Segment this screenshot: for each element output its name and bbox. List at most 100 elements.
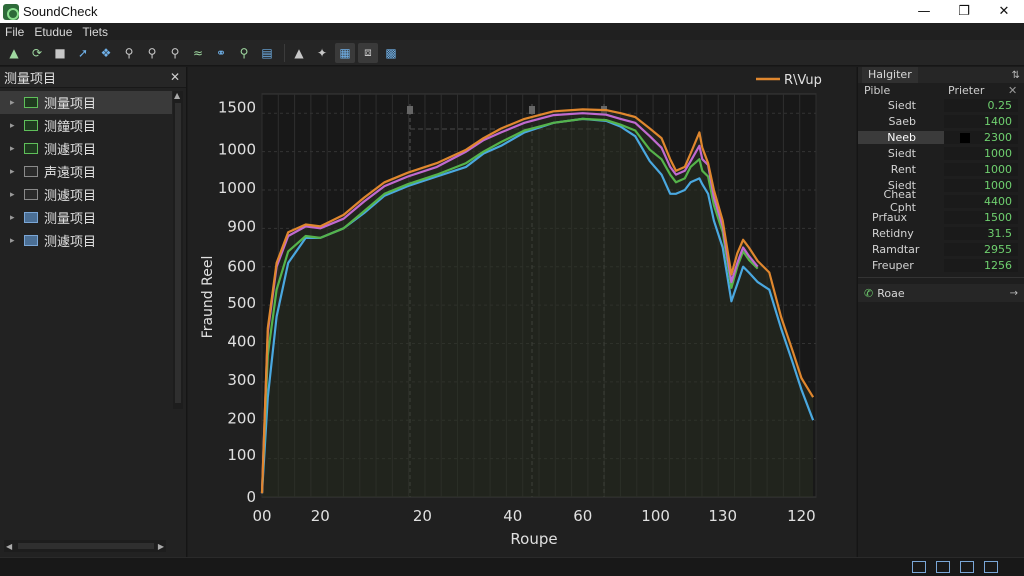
menu-tiets[interactable]: Tiets bbox=[77, 25, 113, 39]
expand-arrow-icon[interactable]: ▸ bbox=[10, 121, 24, 131]
tools-icon[interactable]: ❖ bbox=[96, 43, 116, 63]
property-row[interactable]: Freuper 1256 bbox=[858, 257, 1024, 273]
property-row[interactable]: Ramdtar 2955 bbox=[858, 241, 1024, 257]
property-row[interactable]: Prfaux 1500 bbox=[858, 209, 1024, 225]
measure-icon[interactable]: ≈ bbox=[188, 43, 208, 63]
close-icon[interactable]: ✕ bbox=[1008, 84, 1022, 97]
zoom-reset-icon[interactable]: ⚲ bbox=[165, 43, 185, 63]
expand-arrow-icon[interactable]: ▸ bbox=[10, 236, 24, 246]
status-button[interactable] bbox=[984, 561, 998, 573]
horizontal-scrollbar[interactable]: ◀ ▶ bbox=[4, 540, 166, 552]
tree-item[interactable]: ▸ 测遽项目 bbox=[0, 137, 172, 160]
color-swatch[interactable] bbox=[960, 132, 970, 143]
expand-arrow-icon[interactable]: ▸ bbox=[10, 144, 24, 154]
sub-panel-header[interactable]: ✆ Roae → bbox=[858, 284, 1024, 302]
property-row[interactable]: Siedt 1000 bbox=[858, 145, 1024, 161]
minimize-button[interactable]: — bbox=[904, 0, 944, 23]
tree-item[interactable]: ▸ 测量项目 bbox=[0, 91, 172, 114]
properties-panel: Halgiter ⇅ Pible Prieter ✕ Siedt 0.25 Saeb… bbox=[857, 67, 1024, 557]
y-tick-label: 100 bbox=[227, 446, 256, 464]
property-row[interactable]: Neeb 2300 bbox=[858, 129, 1024, 145]
tree-item[interactable]: ▸ 测鐘项目 bbox=[0, 114, 172, 137]
zoom-out-icon[interactable]: ⚲ bbox=[142, 43, 162, 63]
status-button[interactable] bbox=[936, 561, 950, 573]
expand-arrow-icon[interactable]: ▸ bbox=[10, 98, 24, 108]
y-tick-label: 200 bbox=[227, 409, 256, 427]
property-name: Siedt bbox=[887, 146, 916, 160]
property-row[interactable]: Rent 1000 bbox=[858, 161, 1024, 177]
x-axis-label: Roupe bbox=[510, 530, 557, 548]
property-name: Prfaux bbox=[872, 210, 908, 224]
y-tick-label: 1500 bbox=[218, 98, 256, 116]
properties-header: Pible Prieter ✕ bbox=[858, 83, 1024, 97]
cursor-handle[interactable] bbox=[529, 106, 535, 114]
measurement-icon bbox=[24, 235, 38, 246]
project-panel: 测量项目 ✕ ▸ 测量项目 ▸ 测鐘项目 ▸ 测遽项目 ▸ 声遠项目 ▸ 测遽项目 ▸ 测量项目 ▸ 测遽… bbox=[0, 67, 187, 557]
tree-item[interactable]: ▸ 声遠项目 bbox=[0, 160, 172, 183]
tree-item[interactable]: ▸ 测遽项目 bbox=[0, 229, 172, 252]
folder-icon[interactable]: ■ bbox=[50, 43, 70, 63]
frequency-chart[interactable]: 0 100 200 300 400 500 600 900 1000 1000 1500 00 20 20… bbox=[188, 67, 856, 557]
arrow-right-icon[interactable]: → bbox=[1010, 288, 1018, 299]
property-row[interactable]: Saeb 1400 bbox=[858, 113, 1024, 129]
property-value[interactable]: 31.5 bbox=[944, 226, 1018, 240]
property-name: Ramdtar bbox=[872, 242, 920, 256]
property-row[interactable]: Cheat Cpht 4400 bbox=[858, 188, 1024, 214]
y-tick-label: 900 bbox=[227, 217, 256, 235]
menu-file[interactable]: File bbox=[0, 25, 29, 39]
tree-item[interactable]: ▸ 测遽项目 bbox=[0, 183, 172, 206]
project-panel-header: 测量项目 ✕ bbox=[0, 67, 186, 88]
tab-halgiter[interactable]: Halgiter bbox=[862, 67, 918, 83]
chart-area[interactable]: 0 100 200 300 400 500 600 900 1000 1000 1500 00 20 20… bbox=[188, 67, 856, 557]
calibrate-icon[interactable]: ▤ bbox=[257, 43, 277, 63]
expand-arrow-icon[interactable]: ▸ bbox=[10, 167, 24, 177]
close-icon[interactable]: ✕ bbox=[170, 70, 180, 84]
property-value[interactable]: 2955 bbox=[944, 242, 1018, 256]
y-tick-label: 0 bbox=[246, 488, 256, 506]
layer-icon[interactable]: ▩ bbox=[381, 43, 401, 63]
grid-icon[interactable]: ▦ bbox=[335, 42, 355, 63]
status-button[interactable] bbox=[960, 561, 974, 573]
status-button[interactable] bbox=[912, 561, 926, 573]
snap-icon[interactable]: ✦ bbox=[312, 43, 332, 63]
scrollbar-thumb[interactable] bbox=[18, 543, 154, 549]
x-tick-label: 00 bbox=[252, 507, 271, 525]
scroll-left-icon[interactable]: ◀ bbox=[6, 542, 12, 551]
property-value[interactable]: 2300 bbox=[944, 130, 1018, 144]
title-bar: SoundCheck — ❐ ✕ bbox=[0, 0, 1024, 23]
property-value[interactable]: 0.25 bbox=[944, 98, 1018, 112]
refresh-icon[interactable]: ⟳ bbox=[27, 43, 47, 63]
scroll-right-icon[interactable]: ▶ bbox=[158, 542, 164, 551]
close-button[interactable]: ✕ bbox=[984, 0, 1024, 23]
menu-etudue[interactable]: Etudue bbox=[29, 25, 77, 39]
y-tick-label: 600 bbox=[227, 258, 256, 276]
link-icon[interactable]: ⚭ bbox=[211, 43, 231, 63]
property-value[interactable]: 1000 bbox=[944, 162, 1018, 176]
scrollbar-thumb[interactable] bbox=[175, 103, 181, 403]
probe-icon[interactable]: ⚲ bbox=[234, 43, 254, 63]
cursor-icon[interactable]: ⧈ bbox=[358, 42, 378, 63]
pencil-icon[interactable]: ➚ bbox=[73, 43, 93, 63]
new-file-icon[interactable]: ▲ bbox=[4, 43, 24, 63]
pin-icon[interactable]: ⇅ bbox=[1012, 70, 1020, 81]
property-row[interactable]: Siedt 0.25 bbox=[858, 97, 1024, 113]
tree-item[interactable]: ▸ 测量项目 bbox=[0, 206, 172, 229]
expand-arrow-icon[interactable]: ▸ bbox=[10, 213, 24, 223]
property-value[interactable]: 1400 bbox=[944, 114, 1018, 128]
property-value[interactable]: 1256 bbox=[944, 258, 1018, 272]
expand-arrow-icon[interactable]: ▸ bbox=[10, 190, 24, 200]
cursor-handle[interactable] bbox=[407, 106, 413, 114]
scroll-up-icon[interactable]: ▲ bbox=[174, 91, 180, 100]
tree-item-label: 测遽项目 bbox=[44, 143, 97, 158]
zoom-icon[interactable]: ⚲ bbox=[119, 43, 139, 63]
maximize-button[interactable]: ❐ bbox=[944, 0, 984, 23]
property-value[interactable]: 4400 bbox=[944, 194, 1018, 208]
property-row[interactable]: Retidny 31.5 bbox=[858, 225, 1024, 241]
property-value[interactable]: 1000 bbox=[944, 146, 1018, 160]
property-value[interactable]: 1500 bbox=[944, 210, 1018, 224]
status-bar bbox=[0, 557, 1024, 576]
vertical-scrollbar[interactable]: ▲ bbox=[173, 91, 183, 409]
property-value[interactable]: 1000 bbox=[944, 178, 1018, 192]
legend-label: R\Vup bbox=[784, 73, 822, 88]
pin-icon[interactable]: ▲ bbox=[289, 43, 309, 63]
